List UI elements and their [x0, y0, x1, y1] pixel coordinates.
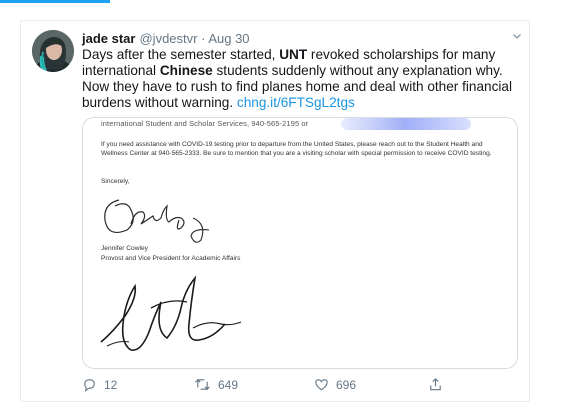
- tweet-text: Days after the semester started, UNT rev…: [82, 47, 522, 111]
- avatar[interactable]: [32, 30, 74, 72]
- tweet-text-bold: Chinese: [159, 63, 213, 78]
- author-handle[interactable]: @jvdestvr: [139, 31, 197, 46]
- avatar-image: [32, 30, 74, 72]
- tweet-text-part: Days after the semester started,: [82, 47, 280, 62]
- tweet-actions: 12 649 696: [82, 377, 482, 395]
- letter-body: If you need assistance with COVID-19 tes…: [101, 141, 492, 158]
- retweet-icon: [194, 377, 211, 392]
- like-count: 696: [336, 377, 357, 392]
- attached-image[interactable]: international Student and Scholar Servic…: [82, 117, 518, 369]
- retweet-count: 649: [218, 377, 239, 392]
- reply-count: 12: [104, 377, 118, 392]
- like-button[interactable]: 696: [314, 377, 356, 392]
- heart-icon: [314, 377, 329, 392]
- date-separator: ·: [197, 31, 209, 46]
- signature-second: [100, 275, 242, 351]
- tweet-date[interactable]: Aug 30: [208, 31, 249, 46]
- reply-button[interactable]: 12: [82, 377, 117, 392]
- retweet-button[interactable]: 649: [194, 377, 238, 392]
- redaction-blur: [341, 118, 471, 130]
- letter-cutoff-line: international Student and Scholar Servic…: [101, 119, 309, 128]
- chevron-down-icon[interactable]: [512, 30, 522, 44]
- tweet-text-bold: UNT: [279, 47, 308, 62]
- signer-name: Jennifer Cowley: [101, 245, 148, 252]
- reply-icon: [82, 377, 97, 392]
- share-icon: [428, 377, 443, 392]
- author-name[interactable]: jade star: [82, 31, 135, 46]
- share-button[interactable]: [428, 377, 443, 392]
- signature-cowley: [104, 199, 210, 243]
- tweet-header: jade star @jvdestvr · Aug 30: [82, 30, 250, 48]
- letter-closing: Sincerely,: [101, 178, 130, 185]
- tab-indicator: [0, 0, 110, 3]
- tweet-link[interactable]: chng.it/6FTSgL2tgs: [237, 95, 355, 110]
- signer-title: Provost and Vice President for Academic …: [101, 255, 241, 262]
